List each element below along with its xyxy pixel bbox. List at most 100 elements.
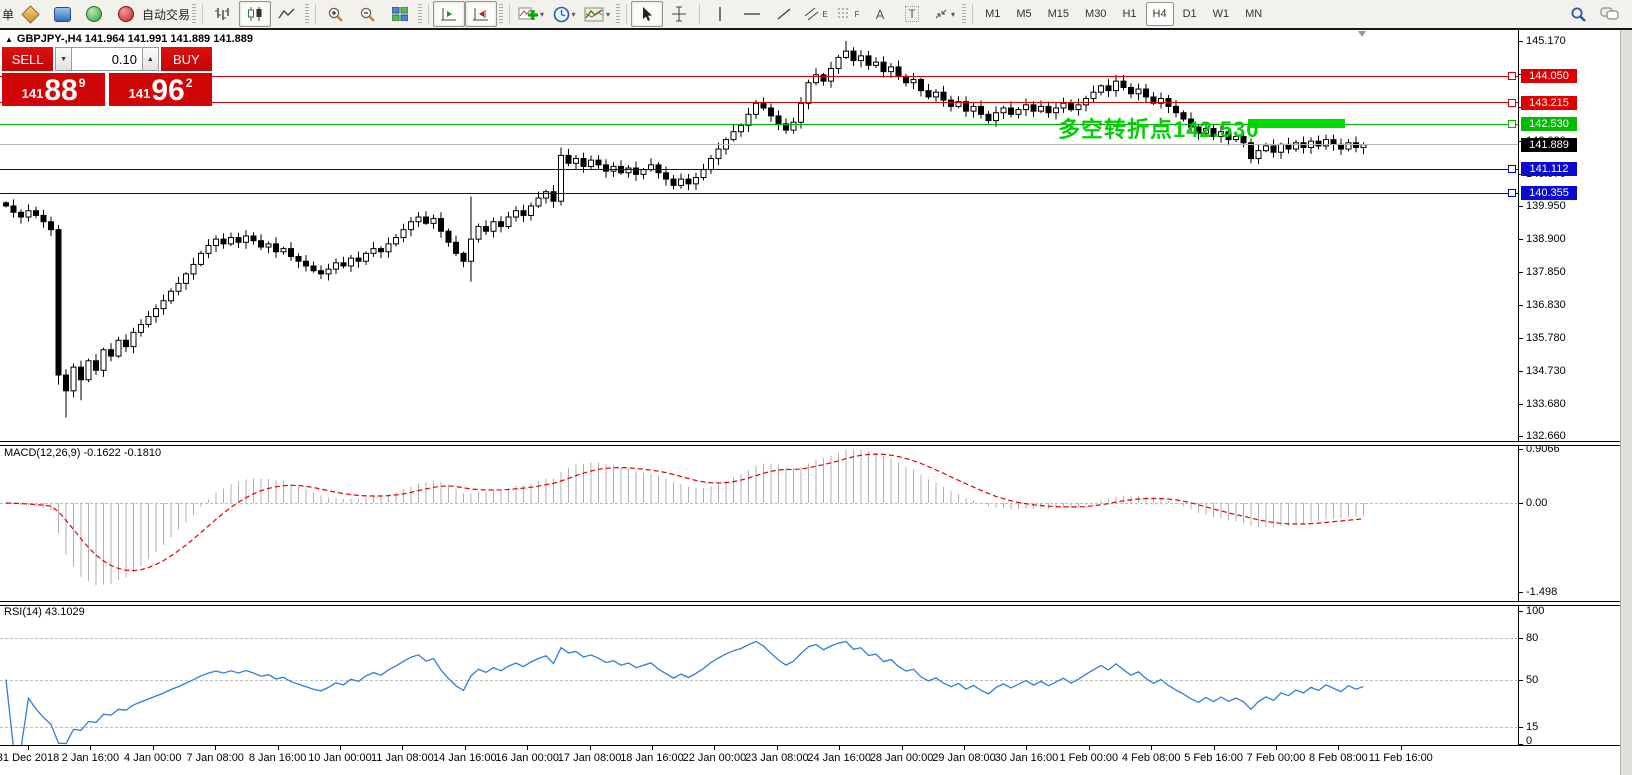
chat-icon[interactable] [1594, 1, 1626, 27]
price-tick [1519, 239, 1523, 240]
volume-decrease-button[interactable]: ▼ [55, 47, 72, 71]
timeframe-button-mn[interactable]: MN [1238, 2, 1269, 26]
price-tick-label: 139.950 [1526, 200, 1566, 212]
buy-quote[interactable]: 141962 [109, 73, 212, 106]
price-tick-label: 134.730 [1526, 365, 1566, 377]
scroll-end-marker[interactable] [1358, 31, 1366, 37]
price-tick [1519, 41, 1523, 42]
price-badge: 141.889 [1521, 138, 1577, 152]
macd-separator[interactable] [0, 441, 1620, 446]
buy-button[interactable]: BUY [161, 47, 212, 71]
market-watch-icon[interactable] [46, 1, 78, 27]
collapse-arrow-icon[interactable]: ▲ [5, 35, 13, 44]
price-tick-label: 138.900 [1526, 233, 1566, 245]
timeframe-button-h1[interactable]: H1 [1115, 2, 1143, 26]
rsi-axis-label: 80 [1526, 632, 1538, 644]
volume-input[interactable] [72, 47, 142, 71]
zoom-out-icon[interactable] [352, 1, 384, 27]
macd-tick [1519, 592, 1523, 593]
arrows-tool-icon[interactable]: ▾ [928, 1, 960, 27]
timeframe-button-d1[interactable]: D1 [1176, 2, 1204, 26]
timeframe-button-m15[interactable]: M15 [1041, 2, 1076, 26]
price-badge: 140.355 [1521, 186, 1577, 200]
autotrading-label[interactable]: 自动交易 [142, 6, 190, 23]
price-level-line[interactable] [0, 193, 1518, 194]
search-icon[interactable] [1562, 1, 1594, 27]
horizontal-line-tool-icon[interactable] [736, 1, 768, 27]
sell-quote[interactable]: 141889 [2, 73, 105, 106]
equidistant-channel-tool-icon[interactable]: E [800, 1, 832, 27]
bar-chart-icon[interactable] [207, 1, 239, 27]
level-endpoint-marker[interactable] [1508, 165, 1516, 173]
periods-icon[interactable]: ▾ [548, 1, 580, 27]
text-label-tool-icon[interactable]: T [896, 1, 928, 27]
level-endpoint-marker[interactable] [1508, 99, 1516, 107]
signals-icon[interactable] [78, 1, 110, 27]
autotrading-icon[interactable] [110, 1, 142, 27]
indicators-icon[interactable]: ▾ [514, 1, 548, 27]
window-border [0, 28, 1632, 30]
price-tick-label: 135.780 [1526, 332, 1566, 344]
auto-scroll-icon[interactable] [465, 1, 497, 27]
chart-title: ▲GBPJPY-,H4 141.964 141.991 141.889 141.… [5, 33, 253, 45]
macd-axis-label: 0.00 [1526, 497, 1547, 509]
timeframe-button-w1[interactable]: W1 [1206, 2, 1237, 26]
rsi-tick [1519, 611, 1523, 612]
chevron-down-icon: ▾ [951, 10, 955, 19]
candlestick-chart[interactable] [0, 0, 1632, 775]
macd-indicator-label: MACD(12,26,9) -0.1622 -0.1810 [4, 447, 161, 459]
timeframe-button-m5[interactable]: M5 [1009, 2, 1038, 26]
candlestick-chart-icon[interactable] [239, 1, 271, 27]
macd-tick [1519, 449, 1523, 450]
rsi-tick [1519, 638, 1523, 639]
rsi-separator[interactable] [0, 601, 1620, 606]
toolbar: 单 自动交易 [0, 0, 1632, 28]
price-level-line[interactable] [0, 102, 1518, 103]
cursor-tool-icon[interactable] [631, 1, 663, 27]
zoom-in-icon[interactable] [320, 1, 352, 27]
text-tool-icon[interactable]: A [864, 1, 896, 27]
level-endpoint-marker[interactable] [1508, 189, 1516, 197]
volume-increase-button[interactable]: ▲ [142, 47, 159, 71]
price-tick [1519, 371, 1523, 372]
templates-icon[interactable]: ▾ [580, 1, 614, 27]
price-tick [1519, 436, 1523, 437]
sell-button[interactable]: SELL [2, 47, 53, 71]
price-tick [1519, 272, 1523, 273]
one-click-trading-panel: SELL ▼ ▲ BUY 141889 141962 [2, 47, 212, 106]
highlight-segment[interactable] [1248, 119, 1345, 128]
chart-annotation-text: 多空转折点142.530 [1058, 112, 1260, 144]
tile-windows-icon[interactable] [384, 1, 416, 27]
new-order-label[interactable]: 单 [2, 6, 14, 23]
new-order-icon[interactable] [14, 1, 46, 27]
vertical-line-tool-icon[interactable] [704, 1, 736, 27]
price-badge: 144.050 [1521, 69, 1577, 83]
macd-tick [1519, 503, 1523, 504]
chart-shift-icon[interactable] [433, 1, 465, 27]
chevron-down-icon: ▾ [572, 10, 576, 19]
price-badge: 142.530 [1521, 117, 1577, 131]
macd-axis-label: -1.498 [1526, 586, 1557, 598]
trendline-tool-icon[interactable] [768, 1, 800, 27]
price-badge: 143.215 [1521, 96, 1577, 110]
line-chart-icon[interactable] [271, 1, 303, 27]
timeframe-button-m30[interactable]: M30 [1078, 2, 1113, 26]
price-level-line[interactable] [0, 144, 1518, 145]
price-tick-label: 145.170 [1526, 35, 1566, 47]
crosshair-tool-icon[interactable] [663, 1, 695, 27]
price-tick [1519, 338, 1523, 339]
plot-bottom-border [0, 745, 1620, 746]
level-endpoint-marker[interactable] [1508, 120, 1516, 128]
mt4-window: 单 自动交易 [0, 0, 1632, 775]
fibonacci-tool-icon[interactable]: F [832, 1, 864, 27]
price-tick [1519, 305, 1523, 306]
timeframe-button-h4[interactable]: H4 [1146, 2, 1174, 26]
price-level-line[interactable] [0, 76, 1518, 77]
plot-right-border [1518, 30, 1519, 745]
rsi-axis-label: 100 [1526, 605, 1544, 617]
price-tick-label: 136.830 [1526, 299, 1566, 311]
timeframe-button-m1[interactable]: M1 [978, 2, 1007, 26]
level-endpoint-marker[interactable] [1508, 72, 1516, 80]
price-level-line[interactable] [0, 169, 1518, 170]
rsi-tick [1519, 727, 1523, 728]
